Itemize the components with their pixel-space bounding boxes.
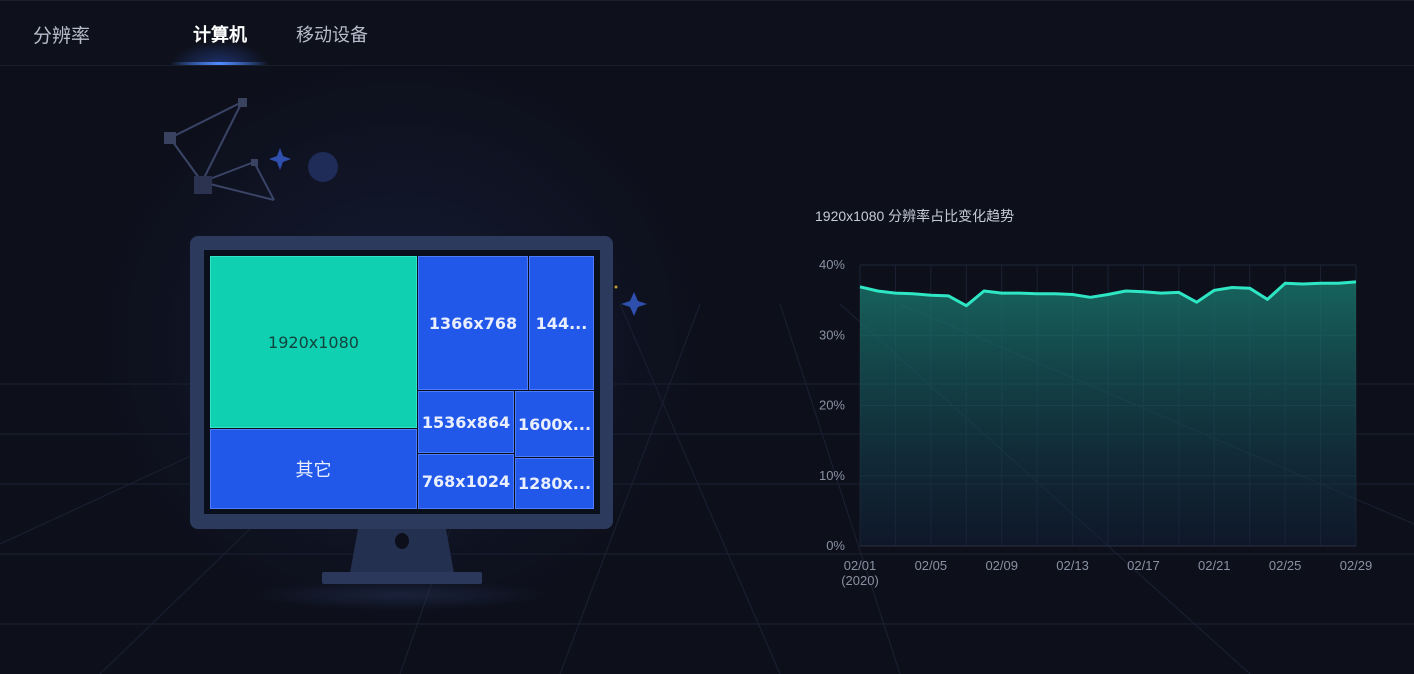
section-title: 分辨率 — [33, 26, 91, 47]
chart-y-tick-label: 20% — [819, 398, 845, 413]
treemap-tile-label: 1600x... — [517, 414, 592, 434]
chart-x-tick-label: 02/25 — [1269, 558, 1302, 573]
chart-x-tick-label: 02/13 — [1056, 558, 1089, 573]
chart-x-tick-label: 02/21 — [1198, 558, 1231, 573]
trend-chart: 0% 10% 20% 30% 40% 02/01 02/05 02/09 02/13 02/17 0… — [819, 257, 1373, 588]
chart-x-tick-label: 02/29 — [1340, 558, 1373, 573]
chart-y-tick-label: 40% — [819, 257, 845, 272]
chart-x-tick-label: 02/05 — [915, 558, 948, 573]
chart-x-tick-label: 02/01 — [844, 558, 877, 573]
treemap-tile-768x1024[interactable]: 768x1024 — [418, 454, 514, 509]
monitor-stand-base — [322, 572, 482, 584]
active-tab-indicator — [170, 62, 268, 65]
treemap-tile-1280x[interactable]: 1280x... — [515, 458, 594, 509]
treemap-tile-label: 1280x... — [517, 474, 592, 493]
chart-y-tick-label: 30% — [819, 327, 845, 342]
tab-computer[interactable]: 计算机 — [193, 21, 247, 47]
treemap-tile-1536x864[interactable]: 1536x864 — [418, 391, 514, 453]
chart-x-tick-label: 02/17 — [1127, 558, 1160, 573]
chart-area-fill — [860, 281, 1356, 546]
tab-mobile-devices[interactable]: 移动设备 — [296, 21, 368, 47]
top-bar: 分辨率 计算机 移动设备 — [0, 0, 1414, 66]
monitor-screen: 1920x1080 1366x768 144... 1536x864 1600x… — [204, 250, 600, 514]
treemap-tile-1920x1080[interactable]: 1920x1080 — [210, 256, 417, 428]
chart-x-tick-year: (2020) — [841, 573, 879, 588]
treemap-tile-label: 1920x1080 — [268, 332, 359, 352]
treemap-tile-other[interactable]: 其它 — [210, 429, 417, 509]
monitor-stand-neck — [350, 529, 454, 573]
treemap-tile-label: 1366x768 — [428, 313, 518, 333]
treemap-tile-label: 144... — [535, 313, 588, 333]
treemap-tile-144x[interactable]: 144... — [529, 256, 594, 390]
treemap-tile-1600x[interactable]: 1600x... — [515, 391, 594, 457]
chart-y-tick-label: 0% — [826, 538, 845, 553]
treemap-tile-1366x768[interactable]: 1366x768 — [418, 256, 528, 390]
treemap-tile-label: 768x1024 — [421, 472, 511, 491]
treemap-tile-label: 1536x864 — [421, 412, 511, 432]
chart-y-tick-label: 10% — [819, 468, 845, 483]
chart-title: 1920x1080 分辨率占比变化趋势 — [815, 208, 1015, 224]
monitor-stand-shadow — [250, 580, 550, 610]
treemap-tile-label: 其它 — [295, 460, 332, 481]
chart-x-tick-label: 02/09 — [985, 558, 1018, 573]
